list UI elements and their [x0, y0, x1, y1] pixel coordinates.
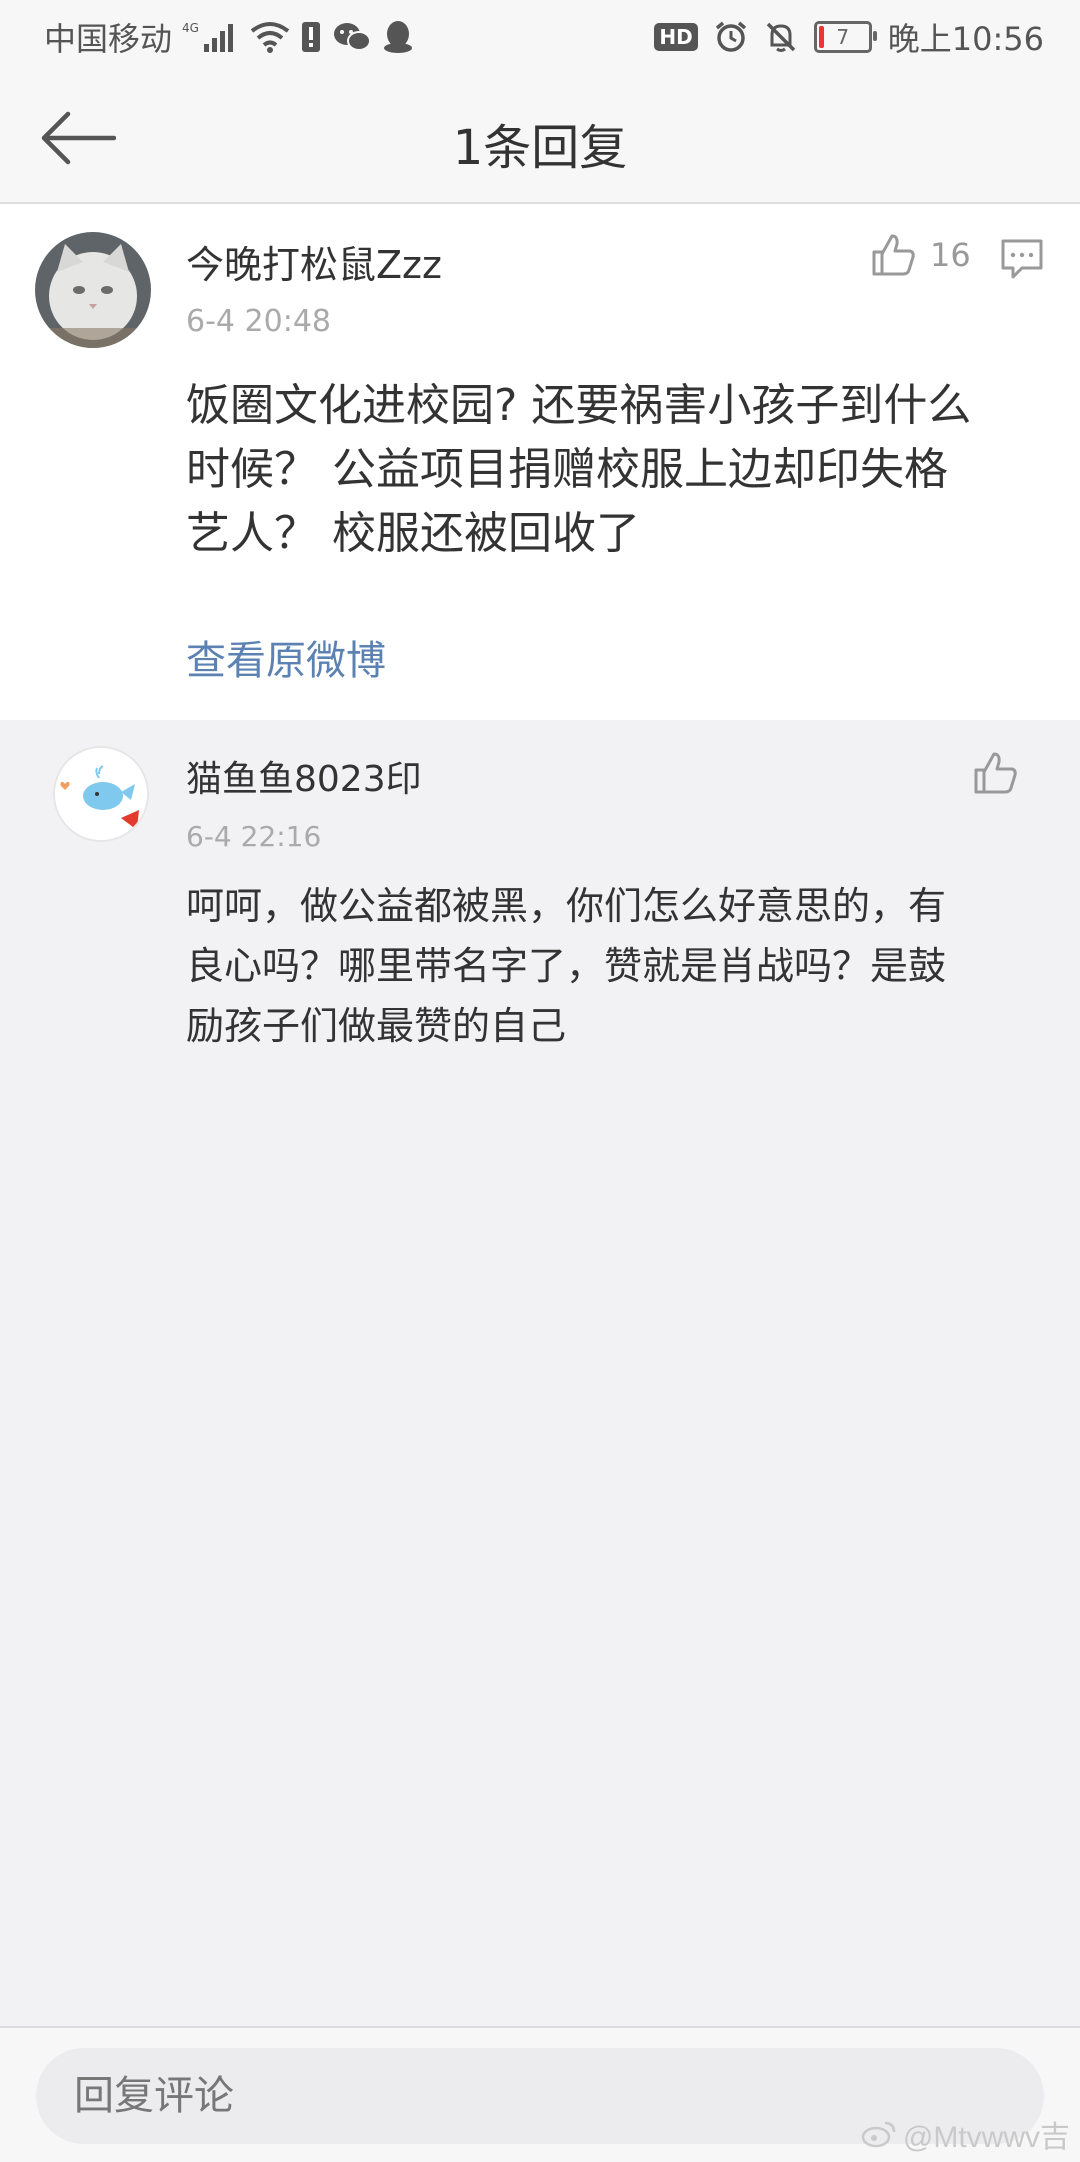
- page-title: 1条回复: [452, 120, 628, 176]
- thumbs-up-icon: [974, 752, 1017, 794]
- like-count: 16: [930, 236, 971, 274]
- comment-icon: [1001, 239, 1043, 279]
- notification-alert-icon: [300, 20, 322, 54]
- comment-text-line: 饭圈文化进校园? 还要祸害小孩子到什么: [186, 380, 972, 431]
- status-bar: 中国移动 4G HD 7 晚上10:56: [0, 0, 1080, 74]
- reply-input-bar: @Mtvwwv吉: [0, 2026, 1080, 2162]
- like-button[interactable]: 16: [870, 232, 971, 278]
- network-type-label: 4G: [182, 21, 199, 35]
- reply-comment-button[interactable]: [1000, 238, 1044, 284]
- comment-timestamp: 6-4 20:48: [186, 304, 331, 339]
- reply-username[interactable]: 猫鱼鱼8023印: [186, 750, 422, 802]
- reply-text: 呵呵，做公益都被黑，你们怎么好意思的，有 良心吗？哪里带名字了，赞就是肖战吗？是…: [186, 876, 1066, 1056]
- qq-icon: [382, 20, 414, 54]
- comment-text: 饭圈文化进校园? 还要祸害小孩子到什么 时候？ 公益项目捐赠校服上边却印失格 艺…: [186, 374, 1066, 566]
- reply-text-line: 励孩子们做最赞的自己: [186, 1004, 567, 1048]
- wechat-icon: [332, 21, 372, 53]
- reply-text-line: 良心吗？哪里带名字了，赞就是肖战吗？是鼓: [186, 944, 947, 988]
- mute-bell-icon: [764, 20, 798, 54]
- weibo-logo-icon: [861, 2121, 896, 2148]
- wifi-icon: [250, 21, 290, 53]
- comment-username[interactable]: 今晚打松鼠Zzz: [186, 234, 442, 289]
- comment-text-line: 时候？ 公益项目捐赠校服上边却印失格: [186, 444, 948, 495]
- reply-avatar[interactable]: [53, 746, 149, 842]
- hd-badge: HD: [654, 23, 698, 51]
- alarm-icon: [714, 20, 748, 54]
- reply-list: 猫鱼鱼8023印 6-4 22:16 呵呵，做公益都被黑，你们怎么好意思的，有 …: [0, 720, 1080, 2026]
- view-original-weibo-link[interactable]: 查看原微博: [186, 628, 386, 686]
- reply-timestamp: 6-4 22:16: [186, 820, 322, 853]
- nav-bar: 1条回复: [0, 74, 1080, 204]
- watermark: @Mtvwwv吉: [861, 2112, 1070, 2156]
- battery-icon: 7: [813, 21, 877, 53]
- avatar[interactable]: [35, 232, 151, 348]
- thumbs-up-icon: [872, 234, 915, 276]
- reply-text-line: 呵呵，做公益都被黑，你们怎么好意思的，有: [186, 884, 947, 928]
- signal-icon: 4G: [182, 20, 240, 54]
- carrier-label: 中国移动: [44, 20, 173, 58]
- reply-like-button[interactable]: [972, 750, 1018, 796]
- comment-text-line: 艺人？ 校服还被回收了: [186, 508, 640, 559]
- battery-level: 7: [836, 25, 850, 49]
- watermark-text: @Mtvwwv吉: [902, 2121, 1070, 2154]
- clock-time: 晚上10:56: [887, 20, 1044, 58]
- main-comment: 今晚打松鼠Zzz 6-4 20:48 16 饭圈文化进校园? 还要祸害小孩子到什…: [0, 204, 1080, 720]
